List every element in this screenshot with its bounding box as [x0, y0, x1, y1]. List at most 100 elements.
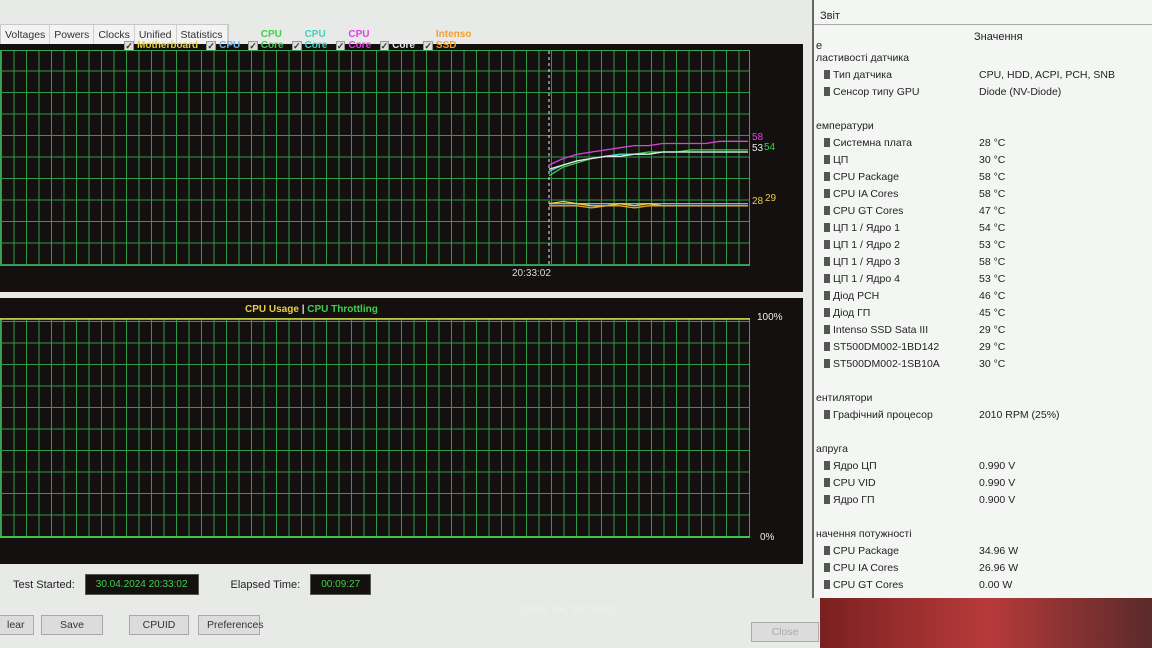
sensor-name: Тип датчика [824, 69, 892, 81]
sensor-row[interactable]: ЦП 1 / Ядро 3 58 °C [814, 256, 1152, 273]
sensor-name: ЦП 1 / Ядро 4 [824, 273, 900, 285]
sensor-icon [824, 70, 830, 79]
sensor-row[interactable]: CPU GT Cores 47 °C [814, 205, 1152, 222]
sensor-name: CPU GT Cores [824, 579, 903, 591]
sensor-icon [824, 461, 830, 470]
sensor-name-text: ST500DM002-1SB10A [833, 358, 940, 370]
sensor-name: ластивості датчика [816, 52, 909, 64]
sensor-value: 30 °C [979, 358, 1006, 370]
elapsed-time-value: 00:09:27 [310, 574, 372, 595]
sensor-name: CPU IA Cores [824, 562, 898, 574]
sensor-name-text: CPU IA Cores [833, 188, 899, 200]
sensor-icon [824, 410, 830, 419]
sensor-value: 46 °C [979, 290, 1006, 302]
sensor-value: 34.96 W [979, 545, 1019, 557]
sensor-icon [824, 495, 830, 504]
sensor-row[interactable]: ЦП 1 / Ядро 1 54 °C [814, 222, 1152, 239]
sensor-name: CPU VID [824, 477, 876, 489]
sensor-value: 47 °C [979, 205, 1006, 217]
test-started-label: Test Started: [13, 578, 75, 591]
tab-powers[interactable]: Powers [50, 25, 95, 44]
sensor-value: 0.990 V [979, 477, 1016, 489]
close-button[interactable]: Close [751, 622, 819, 642]
sensor-category[interactable]: ентилятори [814, 392, 1152, 409]
sensor-value: 2010 RPM (25%) [979, 409, 1060, 421]
tab-voltages[interactable]: Voltages [1, 25, 51, 44]
sensor-name: Графічний процесор [824, 409, 933, 421]
sensor-icon [824, 342, 830, 351]
sensor-value: 58 °C [979, 256, 1006, 268]
end-label-core3: 58 [752, 132, 764, 143]
sensor-icon [824, 240, 830, 249]
sensor-name-text: Сенсор типу GPU [833, 86, 920, 98]
sensor-name: Intenso SSD Sata III [824, 324, 928, 336]
sensor-row[interactable]: Ядро ЦП 0.990 V [814, 460, 1152, 477]
sensor-row[interactable]: Системна плата 28 °C [814, 137, 1152, 154]
sensor-value: 0.900 V [979, 494, 1016, 506]
test-status-row: Test Started: 30.04.2024 20:33:02 Elapse… [13, 574, 372, 595]
sensor-row[interactable]: Графічний процесор 2010 RPM (25%) [814, 409, 1152, 426]
sensor-name-text: апруга [816, 443, 848, 455]
cpu-usage-plot [0, 318, 750, 538]
sensor-name-text: ЦП 1 / Ядро 2 [833, 239, 900, 251]
sensor-category[interactable] [814, 375, 1152, 392]
sensor-row[interactable]: Тип датчика CPU, HDD, ACPI, PCH, SNB [814, 69, 1152, 86]
sensor-category[interactable] [814, 511, 1152, 528]
sensor-row[interactable]: Ядро ГП 0.900 V [814, 494, 1152, 511]
elapsed-time-label: Elapsed Time: [230, 578, 301, 591]
sensor-name-text: CPU Package [833, 171, 899, 183]
sensor-row[interactable]: Intenso SSD Sata III 29 °C [814, 324, 1152, 341]
sensor-name-text: CPU IA Cores [833, 562, 899, 574]
sensor-row[interactable]: Діод PCH 46 °C [814, 290, 1152, 307]
sensor-row[interactable]: Діод ГП 45 °C [814, 307, 1152, 324]
series-line-cpu-core-3 [548, 140, 748, 166]
sensor-name: ЦП 1 / Ядро 2 [824, 239, 900, 251]
sensor-category[interactable] [814, 426, 1152, 443]
sensor-name-text: ЦП 1 / Ядро 3 [833, 256, 900, 268]
sensor-row[interactable]: CPU VID 0.990 V [814, 477, 1152, 494]
sensor-row[interactable]: ST500DM002-1BD142 29 °C [814, 341, 1152, 358]
end-label-motherboard: 28 [752, 196, 764, 207]
sensor-row[interactable]: Сенсор типу GPU Diode (NV-Diode) [814, 86, 1152, 103]
sensor-name: CPU IA Cores [824, 188, 898, 200]
sensor-panel: Звіт е Значення ластивості датчика Тип да… [812, 0, 1152, 598]
column-header-value[interactable]: Значення [974, 31, 1023, 43]
cpuid-button[interactable]: CPUID [129, 615, 189, 635]
sensor-icon [824, 257, 830, 266]
sensor-category[interactable]: ластивості датчика [814, 52, 1152, 69]
save-button[interactable]: Save [41, 615, 103, 635]
sensor-name: Діод ГП [824, 307, 870, 319]
sensor-row[interactable]: CPU GT Cores 0.00 W [814, 579, 1152, 596]
sensor-name-text: ластивості датчика [816, 52, 910, 64]
sensor-icon [824, 155, 830, 164]
column-header-name[interactable]: е [816, 40, 822, 52]
clear-button[interactable]: lear [0, 615, 34, 635]
sensor-name: ентилятори [816, 392, 872, 404]
end-label-core2: 53 [752, 143, 764, 154]
report-menu[interactable]: Звіт [820, 10, 840, 22]
sensor-name-text: CPU GT Cores [833, 579, 904, 591]
preferences-button[interactable]: Preferences [198, 615, 264, 635]
sensor-name: апруга [816, 443, 848, 455]
sensor-name: ЦП 1 / Ядро 3 [824, 256, 900, 268]
sensor-row[interactable]: ЦП 1 / Ядро 2 53 °C [814, 239, 1152, 256]
sensor-category[interactable] [814, 103, 1152, 120]
sensor-value: 53 °C [979, 273, 1006, 285]
sensor-row[interactable]: ЦП 30 °C [814, 154, 1152, 171]
sensor-icon [824, 546, 830, 555]
sensor-name: CPU Package [824, 171, 899, 183]
sensor-row[interactable]: ЦП 1 / Ядро 4 53 °C [814, 273, 1152, 290]
sensor-name-text: Ядро ЦП [833, 460, 877, 472]
sensor-name: Ядро ГП [824, 494, 875, 506]
sensor-value: 29 °C [979, 324, 1006, 336]
sensor-category[interactable]: емператури [814, 120, 1152, 137]
sensor-row[interactable]: CPU IA Cores 58 °C [814, 188, 1152, 205]
sensor-row[interactable]: CPU IA Cores 26.96 W [814, 562, 1152, 579]
sensor-category[interactable]: начення потужності [814, 528, 1152, 545]
sensor-category[interactable]: апруга [814, 443, 1152, 460]
sensor-row[interactable]: ST500DM002-1SB10A 30 °C [814, 358, 1152, 375]
sensor-value: 0.00 W [979, 579, 1013, 591]
sensor-row[interactable]: CPU Package 34.96 W [814, 545, 1152, 562]
sensor-row[interactable]: CPU Package 58 °C [814, 171, 1152, 188]
sensor-name-text: ST500DM002-1BD142 [833, 341, 940, 353]
